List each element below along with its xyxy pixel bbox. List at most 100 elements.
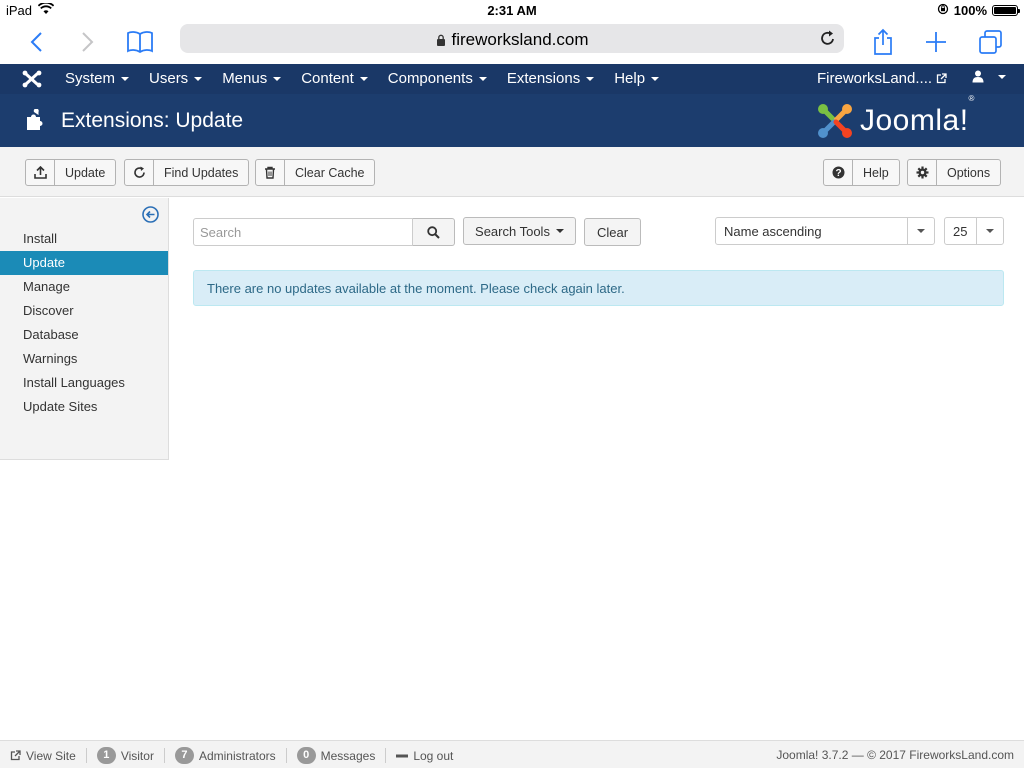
user-menu[interactable] (972, 70, 1006, 83)
page-title: Extensions: Update (61, 109, 244, 132)
clear-cache-button[interactable]: Clear Cache (255, 159, 376, 186)
question-icon: ? (824, 160, 853, 185)
update-label: Update (65, 165, 106, 180)
find-updates-button[interactable]: Find Updates (124, 159, 250, 186)
menu-extensions[interactable]: Extensions (506, 70, 595, 87)
caret-down-icon (555, 229, 564, 233)
messages-badge: 0 (296, 747, 316, 764)
forward-button[interactable] (74, 26, 102, 58)
help-label: Help (863, 165, 889, 180)
site-name: FireworksLand.... (817, 70, 933, 87)
address-text-wrap: fireworksland.com (180, 30, 844, 50)
sidebar-toggle[interactable] (142, 206, 159, 228)
admins-badge: 7 (174, 747, 194, 764)
search-group (193, 218, 455, 246)
svg-text:?: ? (835, 168, 841, 179)
url-text: fireworksland.com (451, 30, 589, 49)
external-link-icon (936, 73, 947, 84)
page-header: Extensions: Update Joomla!® (0, 94, 1024, 147)
sidebar-item-install[interactable]: Install (0, 227, 168, 251)
ordering-value: Name ascending (724, 223, 822, 239)
caret-down-icon (586, 76, 595, 81)
caret-down-icon (273, 76, 282, 81)
menu-label: Menus (222, 70, 268, 87)
search-tools-button[interactable]: Search Tools (463, 217, 576, 245)
options-button[interactable]: Options (907, 159, 1002, 186)
help-button[interactable]: ? Help (823, 159, 900, 186)
site-link[interactable]: FireworksLand.... (817, 70, 947, 87)
reload-icon[interactable] (820, 29, 836, 52)
limit-value: 25 (953, 223, 968, 239)
caret-down-icon (998, 74, 1006, 79)
menu-menus[interactable]: Menus (222, 70, 282, 87)
footer-items: View Site 1 Visitor 7 Administrators 0 M… (10, 747, 463, 764)
brand-name: Joomla! (860, 104, 969, 137)
sidebar-item-install-languages[interactable]: Install Languages (0, 371, 168, 395)
visitors-label: Visitor (120, 748, 154, 763)
menu-label: Help (614, 70, 646, 87)
logout-link[interactable]: Log out (385, 748, 463, 763)
menu-content[interactable]: Content (301, 70, 368, 87)
menu-users[interactable]: Users (149, 70, 203, 87)
address-bar[interactable]: fireworksland.com (180, 24, 844, 53)
trash-icon (256, 160, 285, 185)
ordering-select[interactable]: Name ascending (715, 217, 935, 245)
admins-label: Administrators (198, 748, 276, 763)
update-button[interactable]: Update (25, 159, 117, 186)
options-label: Options (947, 165, 991, 180)
sidebar-item-update-sites[interactable]: Update Sites (0, 395, 168, 419)
browser-toolbar: fireworksland.com (0, 20, 1024, 64)
info-message: There are no updates available at the mo… (193, 270, 1004, 306)
refresh-icon (125, 160, 154, 185)
search-icon (427, 225, 440, 239)
sidebar-item-database[interactable]: Database (0, 323, 168, 347)
sidebar: Install Update Manage Discover Database … (0, 198, 169, 460)
joomla-logo-icon[interactable] (22, 70, 42, 88)
status-right: 100% (937, 3, 1020, 18)
dropdown-arrow-icon (907, 218, 934, 244)
ios-status-bar: iPad 2:31 AM 100% (0, 0, 1024, 20)
book-icon (127, 31, 153, 54)
messages-link[interactable]: 0 Messages (285, 747, 386, 764)
menu-help[interactable]: Help (614, 70, 660, 87)
menu-label: Content (301, 70, 354, 87)
sidebar-item-warnings[interactable]: Warnings (0, 347, 168, 371)
sidebar-item-discover[interactable]: Discover (0, 299, 168, 323)
visitors-link[interactable]: 1 Visitor (85, 747, 164, 764)
bookmarks-button[interactable] (124, 26, 156, 58)
search-button[interactable] (413, 218, 455, 246)
caret-down-icon (478, 76, 487, 81)
joomla-wordmark: Joomla!® (860, 94, 975, 138)
share-button[interactable] (870, 26, 896, 58)
messages-label: Messages (320, 748, 376, 763)
clear-button[interactable]: Clear (584, 218, 641, 246)
find-updates-label: Find Updates (164, 165, 239, 180)
menu-system[interactable]: System (65, 70, 130, 87)
external-link-icon (10, 750, 21, 761)
battery-icon (992, 5, 1020, 16)
sidebar-item-update[interactable]: Update (0, 251, 168, 275)
search-input[interactable] (193, 218, 413, 246)
tabs-icon (979, 30, 1002, 54)
sidebar-item-manage[interactable]: Manage (0, 275, 168, 299)
menu-label: Extensions (506, 70, 581, 87)
back-button[interactable] (22, 26, 50, 58)
menu-components[interactable]: Components (388, 70, 487, 87)
menu-label: Users (149, 70, 189, 87)
administrators-link[interactable]: 7 Administrators (163, 747, 286, 764)
view-site-label: View Site (26, 748, 76, 763)
tabs-button[interactable] (976, 26, 1006, 58)
share-icon (874, 28, 892, 55)
new-tab-button[interactable] (922, 26, 950, 58)
menu-label: Components (387, 70, 473, 87)
lock-icon (436, 31, 446, 46)
orientation-lock-icon (937, 3, 949, 18)
view-site-link[interactable]: View Site (10, 748, 86, 763)
caret-down-icon (651, 76, 660, 81)
sidebar-menu: Install Update Manage Discover Database … (0, 227, 168, 419)
limit-select[interactable]: 25 (944, 217, 1004, 245)
visitors-badge: 1 (96, 747, 116, 764)
arrow-circle-left-icon (142, 206, 159, 223)
joomla-brand-logo: Joomla!® (816, 94, 975, 140)
admin-navbar: System Users Menus Content Components Ex… (0, 64, 1024, 94)
